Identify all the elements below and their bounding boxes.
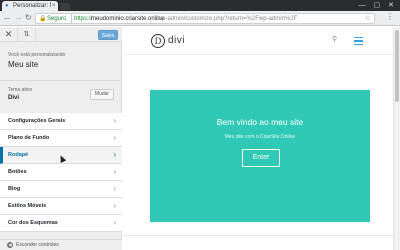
- collapse-label: Esconder controles: [16, 242, 59, 248]
- panel-label: Cor dos Esquemas: [8, 220, 58, 226]
- close-icon[interactable]: ✕: [0, 27, 18, 42]
- panel-label: Estilos Móveis: [8, 203, 47, 209]
- logo-text[interactable]: divi: [168, 35, 185, 47]
- section-divider: [123, 235, 393, 236]
- theme-label: Tema ativo: [8, 87, 33, 93]
- sort-icon[interactable]: ⇅: [18, 27, 36, 42]
- customizing-info: Você está personalizando Meu site: [0, 43, 122, 81]
- chevron-right-icon: ›: [113, 184, 116, 193]
- chevron-right-icon: ›: [113, 116, 116, 125]
- url-separator: [71, 14, 72, 23]
- theme-name: Divi: [8, 95, 20, 101]
- change-theme-button[interactable]: Mudar: [90, 89, 114, 100]
- search-icon[interactable]: ⚲: [332, 35, 337, 45]
- new-tab-button[interactable]: [58, 3, 72, 10]
- panel-list: Configurações Gerais › Plano de Fundo › …: [0, 113, 122, 232]
- secure-label: Seguro: [47, 16, 67, 22]
- url-scheme: https://: [74, 16, 93, 22]
- publish-button[interactable]: Salvo: [98, 30, 118, 40]
- panel-label: Rodapé: [8, 152, 29, 158]
- reload-icon[interactable]: ↻: [24, 13, 33, 23]
- customizer-header: ✕ ⇅ Salvo: [0, 27, 122, 42]
- collapse-arrow-icon: ◀: [7, 242, 13, 248]
- chevron-right-icon: ›: [113, 133, 116, 142]
- site-preview: D divi ⚲ Bem vindo ao meu site Meu site …: [123, 27, 393, 250]
- hamburger-icon[interactable]: [354, 37, 363, 47]
- hero-section: Bem vindo ao meu site Meu site com o Cri…: [150, 90, 370, 222]
- panel-item[interactable]: Blog ›: [0, 181, 122, 198]
- wordpress-icon: ●: [5, 3, 9, 9]
- panel-item[interactable]: Estilos Móveis ›: [0, 198, 122, 215]
- browser-tab-bar: ● Personalizar: Meu si × — ▢ ✕: [0, 0, 400, 11]
- panel-item[interactable]: Botões ›: [0, 164, 122, 181]
- enter-button[interactable]: Enter: [242, 149, 280, 167]
- address-bar[interactable]: 🔒 Seguro https:// meudominio.criarsite.o…: [35, 13, 375, 24]
- panel-label: Configurações Gerais: [8, 118, 66, 124]
- site-header: D divi ⚲: [123, 27, 393, 55]
- forward-arrow-icon[interactable]: →: [14, 13, 23, 23]
- chevron-right-icon: ›: [113, 150, 116, 159]
- scrollbar-thumb[interactable]: [395, 30, 399, 102]
- site-name: Meu site: [8, 60, 39, 69]
- panel-label: Plano de Fundo: [8, 135, 50, 141]
- panel-item[interactable]: Cor dos Esquemas ›: [0, 215, 122, 232]
- active-theme-section: Tema ativo Divi Mudar: [0, 82, 122, 114]
- back-arrow-icon[interactable]: ←: [3, 13, 12, 23]
- url-path: /wp-admin/customize.php?return=%2Fwp-adm…: [156, 16, 298, 22]
- hero-subtitle: Meu site com o CriarSite.Online: [224, 134, 296, 140]
- panel-label: Blog: [8, 186, 21, 192]
- customizing-label: Você está personalizando: [8, 52, 66, 58]
- chevron-right-icon: ›: [113, 167, 116, 176]
- panel-item[interactable]: Plano de Fundo ›: [0, 130, 122, 147]
- browser-tab[interactable]: ● Personalizar: Meu si ×: [2, 1, 58, 11]
- lock-icon: 🔒: [39, 16, 47, 22]
- browser-toolbar: ← → ↻ 🔒 Seguro https:// meudominio.criar…: [0, 11, 400, 26]
- divi-logo-icon[interactable]: D: [151, 34, 165, 48]
- url-host: meudominio.criarsite.online: [91, 16, 165, 22]
- chevron-right-icon: ›: [113, 218, 116, 227]
- panel-label: Botões: [8, 169, 27, 175]
- chevron-right-icon: ›: [113, 201, 116, 210]
- collapse-sidebar-toggle[interactable]: ◀ Esconder controles: [0, 239, 122, 250]
- customizer-sidebar: ✕ ⇅ Salvo Você está personalizando Meu s…: [0, 27, 122, 250]
- tab-close-icon[interactable]: ×: [52, 2, 56, 10]
- window-controls[interactable]: — ▢ ✕: [359, 1, 397, 10]
- panel-item[interactable]: Configurações Gerais ›: [0, 113, 122, 130]
- browser-menu-icon[interactable]: ⋮: [386, 12, 394, 22]
- preview-scrollbar[interactable]: [393, 27, 400, 250]
- tab-title: Personalizar: Meu si: [13, 3, 51, 9]
- bookmark-star-icon[interactable]: ☆: [365, 14, 371, 23]
- hero-title: Bem vindo ao meu site: [216, 117, 304, 127]
